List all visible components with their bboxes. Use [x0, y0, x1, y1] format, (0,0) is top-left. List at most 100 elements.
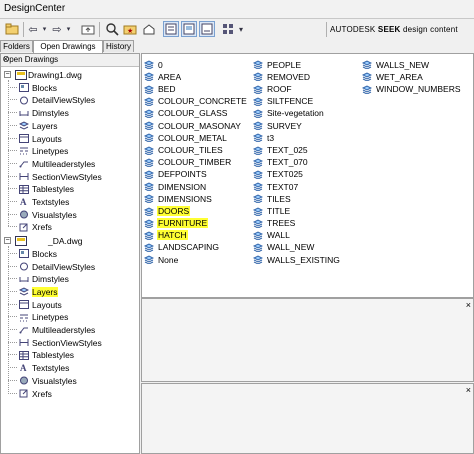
tree-item-layouts[interactable]: Layouts — [19, 298, 62, 310]
layer-item[interactable]: SURVEY — [252, 119, 341, 131]
tree-item-visualstyles[interactable]: Visualstyles — [19, 374, 77, 386]
layer-item[interactable]: None — [143, 253, 248, 265]
back-icon[interactable]: ⇦ — [26, 21, 40, 37]
views-icon[interactable] — [221, 21, 235, 37]
layer-item[interactable]: WALLS_NEW — [361, 58, 462, 70]
layer-item[interactable]: FURNITURE — [143, 216, 248, 229]
layer-item[interactable]: REMOVED — [252, 70, 341, 82]
tree-item-section-view-styles[interactable]: SectionViewStyles — [19, 170, 102, 182]
tab-history[interactable]: History — [103, 40, 134, 52]
tree-view-toggle-icon[interactable] — [163, 21, 179, 37]
layer-item[interactable]: HATCH — [143, 229, 248, 241]
layer-item[interactable]: COLOUR_TIMBER — [143, 156, 248, 168]
layer-name: TILES — [267, 193, 291, 204]
tree-item-linetypes[interactable]: Linetypes — [19, 310, 68, 322]
forward-dropdown-icon[interactable]: ▾ — [65, 21, 72, 37]
layer-item[interactable]: TEXT025 — [252, 168, 341, 180]
tree-item-layers[interactable]: Layers — [18, 119, 58, 131]
dimstyles-icon — [19, 274, 29, 283]
tree-item-label: SectionViewStyles — [32, 171, 102, 182]
tree-item-xrefs[interactable]: Xrefs — [19, 220, 52, 232]
autodesk-seek-brand[interactable]: AUTODESK SEEK design content — [330, 25, 458, 34]
tree-item-textstyles[interactable]: A Textstyles — [19, 361, 69, 374]
layer-item[interactable]: COLOUR_CONCRETE — [143, 95, 248, 107]
tree-item-tablestyles[interactable]: Tablestyles — [19, 182, 74, 194]
tree-item-linetypes[interactable]: Linetypes — [19, 144, 68, 156]
drawing-collapse-toggle[interactable]: − — [4, 71, 11, 78]
layer-item[interactable]: TEXT_025 — [252, 143, 341, 156]
layer-item[interactable]: TEXT07 — [252, 180, 341, 192]
layer-item[interactable]: WALLS_EXISTING — [252, 253, 341, 265]
xrefs-icon — [19, 223, 29, 232]
preview-toggle-icon[interactable] — [181, 21, 197, 37]
layer-item[interactable]: WINDOW_NUMBERS — [361, 82, 462, 95]
tree-close-icon[interactable]: × — [3, 54, 136, 64]
layer-item[interactable]: TREES — [252, 216, 341, 229]
tree-item-label: Layouts — [32, 133, 62, 144]
tree-item-dimstyles[interactable]: Dimstyles — [19, 106, 69, 118]
tree-item-section-view-styles[interactable]: SectionViewStyles — [19, 336, 102, 348]
layer-item[interactable]: TITLE — [252, 204, 341, 217]
tree-item-label: Dimstyles — [32, 273, 69, 284]
layer-item[interactable]: COLOUR_TILES — [143, 143, 248, 156]
description-toggle-icon[interactable] — [199, 21, 215, 37]
tree-connector — [8, 354, 17, 356]
tree-item-tablestyles[interactable]: Tablestyles — [19, 348, 74, 360]
layer-item[interactable]: LANDSCAPING — [143, 241, 248, 253]
brand-seek: SEEK — [377, 25, 401, 34]
layer-item[interactable]: DIMENSION — [143, 180, 248, 192]
tree-connector — [8, 162, 17, 164]
search-icon[interactable] — [104, 21, 120, 37]
views-dropdown-icon[interactable]: ▾ — [236, 21, 246, 37]
tree-item-blocks[interactable]: Blocks — [19, 247, 57, 259]
layer-item[interactable]: AREA — [143, 70, 248, 82]
layer-item[interactable]: 0 — [143, 58, 248, 70]
layer-item[interactable]: DOORS — [143, 204, 248, 217]
layer-item[interactable]: t3 — [252, 131, 341, 143]
layer-item[interactable]: COLOUR_MASONAY — [143, 119, 248, 131]
drawing-file-icon — [15, 236, 27, 247]
home-icon[interactable] — [141, 21, 157, 37]
tree-item-label: Visualstyles — [32, 375, 77, 386]
tree-item-multileaderstyles[interactable]: Multileaderstyles — [19, 323, 95, 335]
tree-item-layouts[interactable]: Layouts — [19, 132, 62, 144]
drawing-node[interactable]: _DA.dwg — [15, 234, 83, 247]
layer-item[interactable]: WALL_NEW — [252, 241, 341, 253]
tab-folders[interactable]: Folders — [0, 40, 33, 52]
layer-item[interactable]: Site-vegetation — [252, 107, 341, 119]
layer-item[interactable]: ROOF — [252, 82, 341, 95]
layer-item[interactable]: BED — [143, 82, 248, 95]
back-dropdown-icon[interactable]: ▾ — [41, 21, 48, 37]
drawing-node[interactable]: Drawing1.dwg — [15, 68, 82, 81]
tree-connector — [8, 213, 17, 215]
tree-item-visualstyles[interactable]: Visualstyles — [19, 208, 77, 220]
load-icon[interactable] — [3, 21, 21, 37]
forward-icon[interactable]: ⇨ — [50, 21, 64, 37]
layer-item[interactable]: DEFPOINTS — [143, 168, 248, 180]
layer-item[interactable]: TILES — [252, 192, 341, 204]
tree-item-multileaderstyles[interactable]: Multileaderstyles — [19, 157, 95, 169]
layer-item[interactable]: SILTFENCE — [252, 95, 341, 107]
layer-item[interactable]: DIMENSIONS — [143, 192, 248, 204]
drawing-collapse-toggle[interactable]: − — [4, 237, 11, 245]
tab-open-drawings[interactable]: Open Drawings — [33, 40, 103, 53]
layer-item[interactable]: WET_AREA — [361, 70, 462, 82]
tree-connector — [8, 367, 17, 369]
favorites-icon[interactable]: ★ — [122, 21, 138, 37]
preview-close-icon[interactable]: × — [466, 300, 471, 310]
tree-item-blocks[interactable]: Blocks — [19, 81, 57, 93]
tree-item-layers[interactable]: Layers — [18, 285, 58, 297]
layer-item[interactable]: WALL — [252, 229, 341, 241]
tree-item-textstyles[interactable]: A Textstyles — [19, 195, 69, 208]
tree-item-label: Blocks — [32, 248, 58, 259]
tree-item-xrefs[interactable]: Xrefs — [19, 387, 52, 399]
tree-item-detail-view-styles[interactable]: DetailViewStyles — [19, 260, 95, 272]
layer-item[interactable]: PEOPLE — [252, 58, 341, 70]
up-folder-icon[interactable] — [80, 21, 96, 37]
layer-item[interactable]: COLOUR_METAL — [143, 131, 248, 143]
description-close-icon[interactable]: × — [466, 385, 471, 395]
tree-item-detail-view-styles[interactable]: DetailViewStyles — [19, 93, 95, 105]
tree-item-dimstyles[interactable]: Dimstyles — [19, 272, 69, 284]
layer-item[interactable]: COLOUR_GLASS — [143, 107, 248, 119]
layer-item[interactable]: TEXT_070 — [252, 156, 341, 168]
